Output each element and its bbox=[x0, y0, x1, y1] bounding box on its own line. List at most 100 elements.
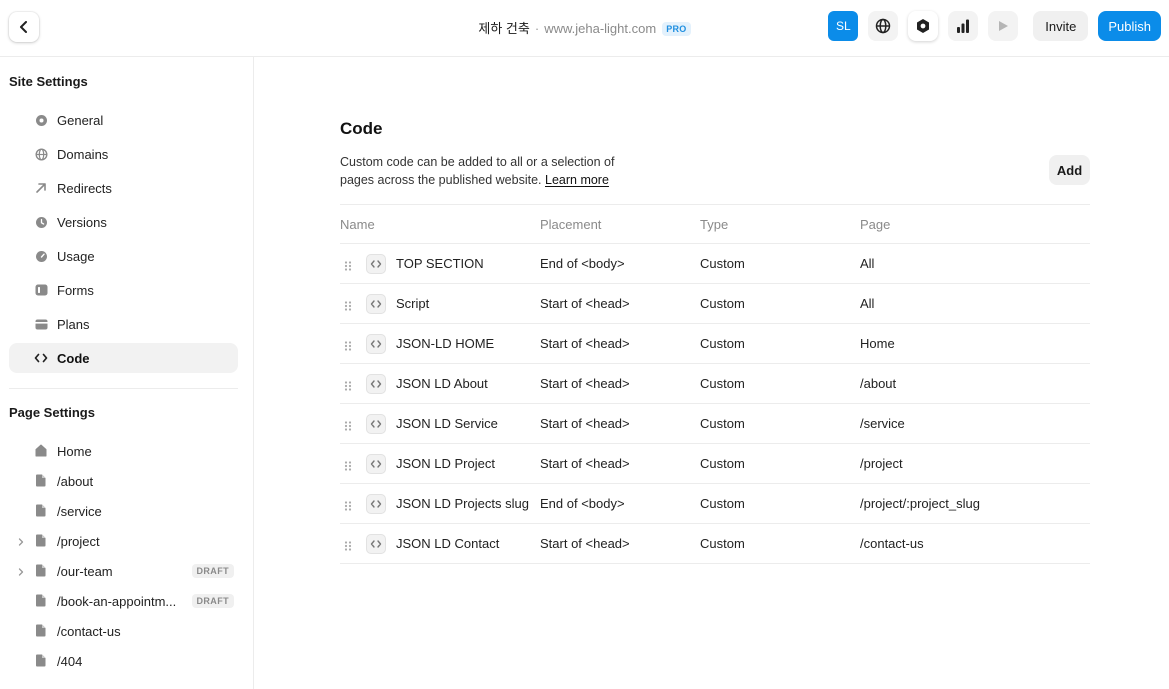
site-name: 제하 건축 bbox=[478, 21, 530, 36]
play-icon bbox=[999, 21, 1009, 31]
cell-placement: End of <body> bbox=[540, 256, 625, 271]
column-header-placement: Placement bbox=[540, 217, 602, 232]
code-icon bbox=[366, 374, 386, 394]
cell-placement: Start of <head> bbox=[540, 456, 630, 471]
sidebar-item-domains[interactable]: Domains bbox=[9, 139, 238, 169]
cell-name: JSON-LD HOME bbox=[396, 336, 495, 351]
sidebar-item-label: Usage bbox=[57, 248, 95, 264]
clock-icon bbox=[34, 215, 48, 229]
page-settings-title: Page Settings bbox=[9, 405, 95, 420]
sidebar-item-plans[interactable]: Plans bbox=[9, 309, 238, 339]
sidebar-item-label: Code bbox=[57, 350, 90, 366]
drag-handle-icon[interactable] bbox=[344, 499, 352, 511]
sidebar-divider bbox=[9, 388, 238, 389]
sidebar-item-label: Redirects bbox=[57, 180, 112, 196]
cell-placement: Start of <head> bbox=[540, 336, 630, 351]
drag-handle-icon[interactable] bbox=[344, 299, 352, 311]
table-row[interactable]: JSON LD About Start of <head> Custom/about bbox=[340, 364, 1090, 404]
page-icon bbox=[35, 564, 47, 578]
sidebar-item-label: Plans bbox=[57, 316, 90, 332]
drag-handle-icon[interactable] bbox=[344, 419, 352, 431]
page-item-project[interactable]: /project bbox=[9, 526, 238, 556]
cell-type: Custom bbox=[700, 256, 745, 271]
globe-icon bbox=[34, 147, 48, 161]
learn-more-link[interactable]: Learn more bbox=[545, 173, 609, 187]
code-icon bbox=[366, 414, 386, 434]
drag-handle-icon[interactable] bbox=[344, 379, 352, 391]
sidebar-item-general[interactable]: General bbox=[9, 105, 238, 135]
page-item-label: Home bbox=[57, 443, 92, 459]
drag-handle-icon[interactable] bbox=[344, 539, 352, 551]
cell-placement: Start of <head> bbox=[540, 536, 630, 551]
page-item-book-an-appointment[interactable]: /book-an-appointm... DRAFT bbox=[9, 586, 238, 616]
cell-name: TOP SECTION bbox=[396, 256, 484, 271]
sidebar-item-label: General bbox=[57, 112, 104, 128]
page-item-contact-us[interactable]: /contact-us bbox=[9, 616, 238, 646]
code-icon bbox=[366, 494, 386, 514]
page-item-label: /service bbox=[57, 503, 102, 519]
table-row[interactable]: JSON LD Projects slug End of <body> Custom… bbox=[340, 484, 1090, 524]
cell-name: JSON LD Project bbox=[396, 456, 495, 471]
drag-handle-icon[interactable] bbox=[344, 339, 352, 351]
settings-button[interactable] bbox=[908, 11, 939, 41]
cell-type: Custom bbox=[700, 536, 745, 551]
sidebar-item-forms[interactable]: Forms bbox=[9, 275, 238, 305]
drag-handle-icon[interactable] bbox=[344, 259, 352, 271]
arrow-up-right-icon bbox=[34, 181, 48, 195]
chevron-right-icon[interactable] bbox=[17, 535, 27, 547]
page-item-404[interactable]: /404 bbox=[9, 646, 238, 676]
cell-name: Script bbox=[396, 296, 430, 311]
sidebar-item-redirects[interactable]: Redirects bbox=[9, 173, 238, 203]
sidebar-item-usage[interactable]: Usage bbox=[9, 241, 238, 271]
draft-badge: DRAFT bbox=[191, 594, 234, 608]
sidebar: Site Settings General Domains Redirects … bbox=[0, 57, 254, 689]
table-row[interactable]: JSON LD Service Start of <head> Custom/ser… bbox=[340, 404, 1090, 444]
cell-placement: Start of <head> bbox=[540, 416, 630, 431]
cell-name: JSON LD Contact bbox=[396, 536, 500, 551]
site-url[interactable]: www.jeha-light.com bbox=[544, 21, 656, 36]
code-icon bbox=[366, 294, 386, 314]
avatar[interactable]: SL bbox=[828, 11, 859, 41]
drag-handle-icon[interactable] bbox=[344, 459, 352, 471]
add-code-button[interactable]: Add bbox=[1049, 155, 1090, 185]
sidebar-item-versions[interactable]: Versions bbox=[9, 207, 238, 237]
table-header: Name Placement Type Page bbox=[340, 204, 1090, 244]
publish-button[interactable]: Publish bbox=[1098, 11, 1161, 41]
table-row[interactable]: JSON LD Contact Start of <head> Custom/con… bbox=[340, 524, 1090, 564]
cell-page: /about bbox=[860, 376, 897, 391]
plan-badge: PRO bbox=[662, 22, 691, 36]
code-description: Custom code can be added to all or a sel… bbox=[340, 153, 650, 189]
page-item-service[interactable]: /service bbox=[9, 496, 238, 526]
table-row[interactable]: Script Start of <head> Custom All bbox=[340, 284, 1090, 324]
page-item-label: /book-an-appointm... bbox=[57, 593, 177, 609]
table-row[interactable]: JSON-LD HOME Start of <head> Custom Home bbox=[340, 324, 1090, 364]
page-item-about[interactable]: /about bbox=[9, 466, 238, 496]
card-icon bbox=[34, 317, 48, 331]
title-separator: · bbox=[534, 21, 540, 36]
page-icon bbox=[35, 474, 47, 488]
cell-page: Home bbox=[860, 336, 895, 351]
chevron-right-icon[interactable] bbox=[17, 565, 27, 577]
code-table: Name Placement Type Page TOP SECTION End … bbox=[340, 204, 1090, 564]
page-icon bbox=[35, 624, 47, 638]
table-row[interactable]: JSON LD Project Start of <head> Custom/pro… bbox=[340, 444, 1090, 484]
code-icon bbox=[366, 534, 386, 554]
invite-button[interactable]: Invite bbox=[1033, 11, 1089, 41]
page-item-label: /about bbox=[57, 473, 94, 489]
page-item-label: /404 bbox=[57, 653, 83, 669]
analytics-button[interactable] bbox=[948, 11, 979, 41]
globe-button[interactable] bbox=[868, 11, 899, 41]
page-item-label: /project bbox=[57, 533, 100, 549]
page-item-home[interactable]: Home bbox=[9, 436, 238, 466]
page-item-our-team[interactable]: /our-team DRAFT bbox=[9, 556, 238, 586]
sidebar-item-label: Forms bbox=[57, 282, 94, 298]
column-header-name: Name bbox=[340, 217, 375, 232]
preview-button[interactable] bbox=[988, 11, 1019, 41]
page-title: Code bbox=[340, 119, 383, 138]
cell-placement: End of <body> bbox=[540, 496, 625, 511]
hexagon-gear-icon bbox=[917, 19, 930, 33]
cell-type: Custom bbox=[700, 376, 745, 391]
sidebar-item-code[interactable]: Code bbox=[9, 343, 238, 373]
table-row[interactable]: TOP SECTION End of <body> Custom All bbox=[340, 244, 1090, 284]
globe-icon bbox=[876, 18, 891, 34]
